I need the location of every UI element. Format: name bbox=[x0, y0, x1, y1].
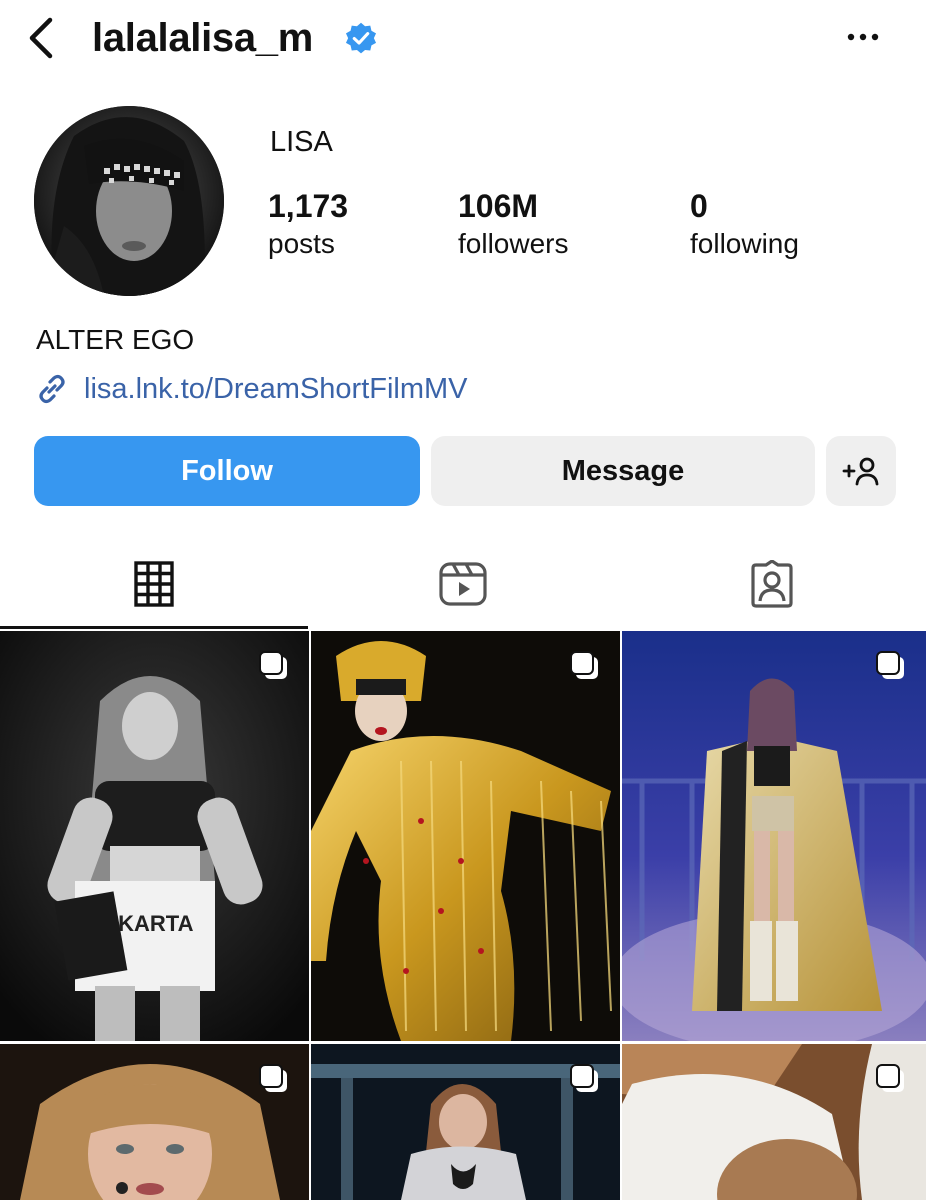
selected-tab-indicator bbox=[0, 626, 308, 629]
stat-followers-count: 106M bbox=[458, 188, 539, 224]
stat-following-count: 0 bbox=[690, 188, 708, 224]
stat-posts[interactable]: 1,173 posts bbox=[268, 186, 348, 262]
follow-button[interactable]: Follow bbox=[34, 436, 420, 506]
profile-bio: ALTER EGO bbox=[36, 324, 195, 355]
post-thumbnail[interactable] bbox=[311, 1044, 620, 1200]
more-options-button[interactable] bbox=[838, 20, 888, 54]
link-icon bbox=[39, 374, 65, 404]
post-thumbnail[interactable] bbox=[311, 631, 620, 1041]
avatar-image bbox=[34, 106, 224, 296]
top-bar: lalalalisa_m bbox=[0, 0, 926, 84]
stat-posts-label: posts bbox=[268, 228, 335, 259]
post-thumbnail[interactable] bbox=[622, 1044, 926, 1200]
reels-icon bbox=[439, 562, 487, 606]
stat-following[interactable]: 0 following bbox=[690, 186, 799, 262]
profile-tabs bbox=[0, 540, 926, 630]
post-thumbnail[interactable]: JAKARTA bbox=[0, 631, 309, 1041]
verified-badge-icon bbox=[345, 22, 377, 54]
multiple-photos-icon bbox=[259, 651, 287, 679]
tab-tagged[interactable] bbox=[618, 540, 926, 628]
tab-reels[interactable] bbox=[309, 540, 617, 628]
post-thumbnail[interactable] bbox=[0, 1044, 309, 1200]
multiple-photos-icon bbox=[570, 651, 598, 679]
profile-avatar[interactable] bbox=[34, 106, 224, 296]
multiple-photos-icon bbox=[876, 1064, 904, 1092]
post-thumbnail[interactable] bbox=[622, 631, 926, 1041]
multiple-photos-icon bbox=[259, 1064, 287, 1092]
profile-username: lalalalisa_m bbox=[92, 16, 314, 60]
bio-link[interactable]: lisa.lnk.to/DreamShortFilmMV bbox=[34, 370, 468, 408]
tagged-person-icon bbox=[751, 560, 793, 608]
stat-posts-count: 1,173 bbox=[268, 188, 349, 224]
tab-posts-grid[interactable] bbox=[0, 540, 308, 628]
multiple-photos-icon bbox=[876, 651, 904, 679]
more-horizontal-icon bbox=[847, 33, 879, 41]
profile-screen: lalalalisa_m LISA 1,173 posts 106M follo… bbox=[0, 0, 926, 1200]
stat-followers[interactable]: 106M followers bbox=[458, 186, 568, 262]
message-button[interactable]: Message bbox=[431, 436, 815, 506]
post-image: JAKARTA bbox=[0, 631, 309, 1041]
stat-following-label: following bbox=[690, 228, 799, 259]
post-image bbox=[311, 631, 620, 1041]
add-person-icon bbox=[842, 457, 879, 486]
profile-display-name: LISA bbox=[270, 126, 333, 158]
back-button[interactable] bbox=[22, 14, 62, 62]
chevron-left-icon bbox=[29, 17, 53, 59]
bio-link-text: lisa.lnk.to/DreamShortFilmMV bbox=[84, 373, 468, 405]
stat-followers-label: followers bbox=[458, 228, 569, 259]
grid-icon bbox=[134, 561, 174, 607]
multiple-photos-icon bbox=[570, 1064, 598, 1092]
suggested-accounts-button[interactable] bbox=[826, 436, 896, 506]
post-image bbox=[622, 631, 926, 1041]
